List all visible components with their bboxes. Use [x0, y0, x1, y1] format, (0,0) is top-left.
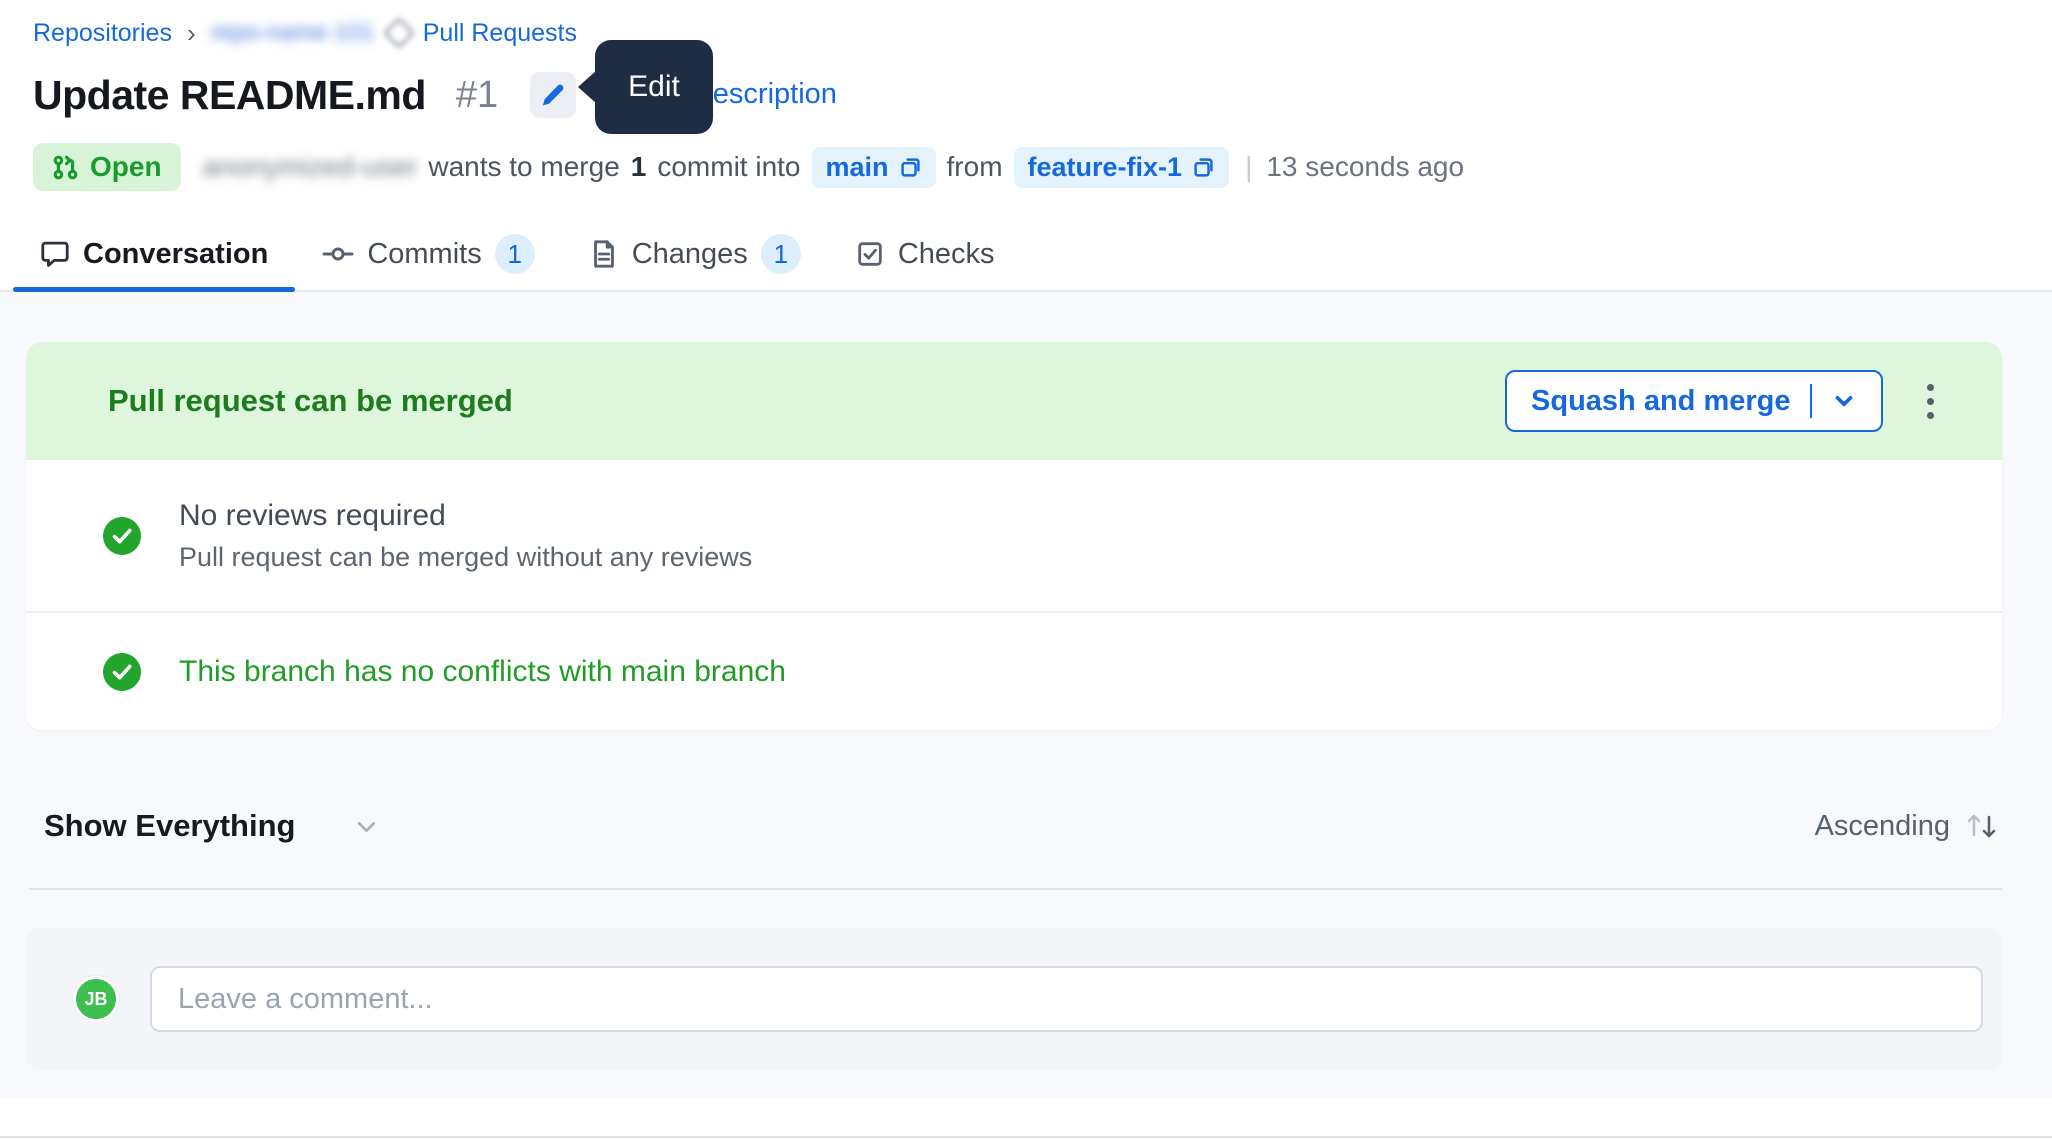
head-branch-chip[interactable]: feature-fix-1 [1014, 147, 1230, 188]
chevron-down-icon [353, 813, 380, 840]
pr-tab-bar: Conversation Commits 1 Changes 1 [0, 218, 2052, 292]
tab-checks[interactable]: Checks [828, 218, 1022, 290]
check-circle-icon [103, 517, 141, 555]
timeline-controls: Show Everything Ascending [26, 806, 2002, 846]
review-requirement-text: No reviews required Pull request can be … [179, 499, 752, 573]
edit-tooltip: Edit [595, 40, 713, 134]
timeline-filter-label: Show Everything [44, 808, 295, 844]
review-requirement-subtitle: Pull request can be merged without any r… [179, 542, 752, 573]
review-requirement-title: No reviews required [179, 499, 752, 533]
pr-number: #1 [456, 74, 498, 117]
merge-panel-header: Pull request can be merged Squash and me… [26, 342, 2002, 460]
breadcrumb-pull-requests-link[interactable]: Pull Requests [423, 19, 577, 48]
button-divider [1810, 384, 1813, 418]
from-word: from [947, 151, 1003, 183]
tab-label: Changes [632, 238, 748, 271]
timeline-sort-toggle[interactable]: Ascending [1815, 806, 2002, 846]
breadcrumb-repo-link-redacted[interactable]: repo-name-101 [211, 19, 375, 47]
merge-text-2: commit into [657, 151, 800, 183]
tab-label: Conversation [83, 238, 268, 271]
merge-actions: Squash and merge [1505, 370, 1942, 432]
head-branch-label: feature-fix-1 [1028, 152, 1183, 183]
pr-title: Update README.md [33, 72, 426, 119]
squash-and-merge-label: Squash and merge [1531, 385, 1790, 418]
copy-icon[interactable] [899, 156, 922, 179]
status-badge: Open [33, 143, 181, 191]
comment-bubble-icon [40, 239, 70, 269]
tab-label: Commits [367, 238, 481, 271]
status-separator: | [1245, 151, 1252, 183]
squash-and-merge-button[interactable]: Squash and merge [1505, 370, 1883, 432]
checks-icon [855, 239, 885, 269]
breadcrumb: Repositories › repo-name-101 Pull Reques… [33, 14, 2002, 52]
tab-label: Checks [898, 238, 995, 271]
breadcrumb-separator: › [187, 18, 196, 49]
section-divider [0, 1136, 2052, 1138]
conversation-panel: Pull request can be merged Squash and me… [0, 292, 2052, 1098]
status-row: Open anonymized-user wants to merge 1 co… [33, 142, 2002, 192]
review-requirement-row: No reviews required Pull request can be … [26, 460, 2002, 611]
timeline-sort-label: Ascending [1815, 810, 1950, 843]
comment-input[interactable] [150, 966, 1983, 1032]
check-circle-icon [103, 653, 141, 691]
merge-status-panel: Pull request can be merged Squash and me… [26, 342, 2002, 730]
commit-count: 1 [631, 151, 647, 183]
pull-request-page: Repositories › repo-name-101 Pull Reques… [0, 0, 2052, 1140]
base-branch-chip[interactable]: main [812, 147, 936, 188]
chevron-down-icon[interactable] [1831, 388, 1857, 414]
merge-heading: Pull request can be merged [108, 383, 513, 419]
tooltip-label: Edit [628, 70, 680, 104]
repo-visibility-icon [383, 17, 414, 48]
pull-request-icon [52, 154, 79, 181]
title-row: Update README.md #1 Add description Edit [33, 64, 2002, 126]
merge-options-kebab-button[interactable] [1919, 376, 1942, 427]
author-link-redacted[interactable]: anonymized-user [203, 151, 418, 183]
tab-changes[interactable]: Changes 1 [562, 218, 828, 290]
tab-commits[interactable]: Commits 1 [295, 218, 561, 290]
new-comment-card: JB [26, 928, 2002, 1070]
base-branch-label: main [826, 152, 889, 183]
sort-arrows-icon [1962, 806, 2002, 846]
copy-icon[interactable] [1192, 156, 1215, 179]
breadcrumb-repositories-link[interactable]: Repositories [33, 19, 172, 48]
commits-count-badge: 1 [495, 234, 535, 274]
commit-icon [322, 238, 354, 270]
edit-title-button[interactable] [530, 72, 576, 118]
merge-text-1: wants to merge [428, 151, 619, 183]
status-badge-label: Open [90, 151, 162, 183]
pr-header: Repositories › repo-name-101 Pull Reques… [0, 0, 2052, 192]
edit-pencil-icon [540, 82, 566, 108]
conflict-status-text: This branch has no conflicts with main b… [179, 655, 786, 689]
avatar: JB [73, 976, 119, 1022]
changes-file-icon [589, 239, 619, 269]
tooltip-arrow [578, 70, 597, 104]
timeline-filter-dropdown[interactable]: Show Everything [44, 808, 380, 844]
tab-conversation[interactable]: Conversation [13, 218, 295, 290]
timeline-divider [29, 888, 2002, 890]
conflict-status-row: This branch has no conflicts with main b… [26, 611, 2002, 730]
created-time: 13 seconds ago [1266, 151, 1464, 183]
changes-count-badge: 1 [761, 234, 801, 274]
kebab-menu-icon [1927, 384, 1934, 391]
